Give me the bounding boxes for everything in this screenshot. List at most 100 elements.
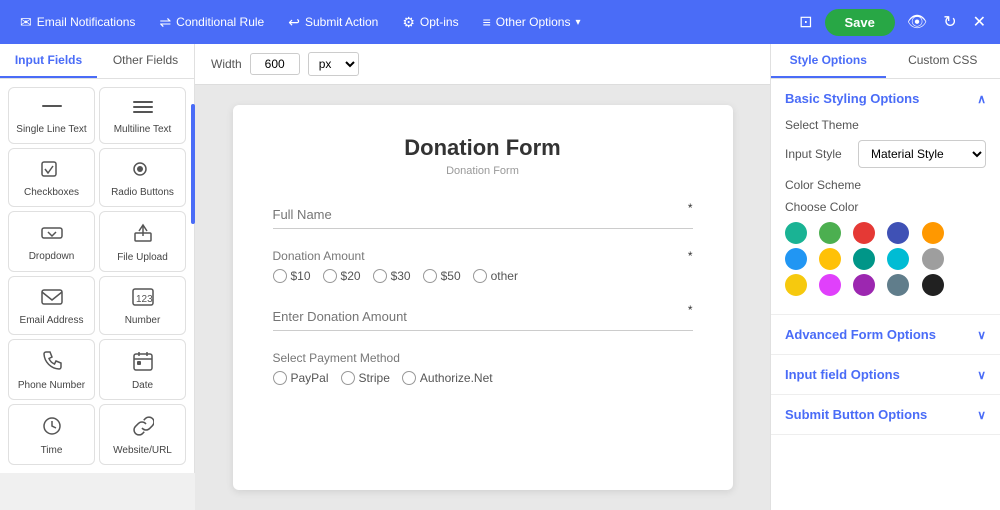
- width-input[interactable]: [250, 53, 300, 75]
- left-sidebar: Input Fields Other Fields Single Line Te…: [0, 44, 195, 473]
- right-panel-content: Basic Styling Options Select Theme Input…: [771, 79, 1000, 510]
- radio-option-30[interactable]: $30: [373, 269, 411, 283]
- sidebar-item-checkboxes[interactable]: Checkboxes: [8, 148, 95, 207]
- radio-authorize-net[interactable]: Authorize.Net: [402, 371, 493, 385]
- sidebar-item-dropdown[interactable]: Dropdown: [8, 211, 95, 272]
- color-swatch[interactable]: [785, 274, 807, 296]
- tab-custom-css[interactable]: Custom CSS: [886, 44, 1000, 78]
- color-swatch[interactable]: [922, 248, 944, 270]
- input-field-label: Input field Options: [785, 367, 900, 382]
- sidebar-item-multiline-text[interactable]: Multiline Text: [99, 87, 186, 144]
- sidebar-item-label: Number: [125, 315, 161, 326]
- chevron-up-icon: [977, 92, 986, 106]
- nav-conditional-label: Conditional Rule: [176, 15, 264, 29]
- nav-email-label: Email Notifications: [37, 15, 136, 29]
- radio-circle: [423, 269, 437, 283]
- sidebar-item-file-upload[interactable]: File Upload: [99, 211, 186, 272]
- date-icon: [132, 350, 154, 375]
- radio-circle: [273, 371, 287, 385]
- color-scheme-label: Color Scheme: [785, 178, 986, 192]
- radio-paypal[interactable]: PayPal: [273, 371, 329, 385]
- radio-stripe[interactable]: Stripe: [341, 371, 390, 385]
- sidebar-item-single-line-text[interactable]: Single Line Text: [8, 87, 95, 144]
- color-swatch[interactable]: [922, 222, 944, 244]
- svg-text:123: 123: [136, 294, 153, 305]
- color-swatch[interactable]: [819, 222, 841, 244]
- form-subtitle: Donation Form: [273, 165, 693, 177]
- color-swatch[interactable]: [887, 248, 909, 270]
- input-style-row: Input Style Material Style Default Flat …: [785, 140, 986, 168]
- color-swatch[interactable]: [819, 274, 841, 296]
- radio-circle: [323, 269, 337, 283]
- required-star: *: [688, 201, 693, 215]
- field-full-name: *: [273, 201, 693, 229]
- nav-other-options[interactable]: ≡ Other Options ▾: [473, 9, 591, 35]
- accordion-input-field-header[interactable]: Input field Options: [771, 355, 1000, 394]
- accordion-basic-styling-header[interactable]: Basic Styling Options: [771, 79, 1000, 118]
- sidebar-item-email[interactable]: Email Address: [8, 276, 95, 335]
- unit-select[interactable]: px % em: [308, 52, 359, 76]
- number-icon: 123: [131, 287, 155, 310]
- dropdown-icon: [40, 223, 64, 246]
- radio-option-other[interactable]: other: [473, 269, 518, 283]
- accordion-advanced-header[interactable]: Advanced Form Options: [771, 315, 1000, 354]
- close-button[interactable]: ✕: [969, 8, 990, 36]
- nav-optins[interactable]: ⚙ Opt-ins: [392, 9, 468, 36]
- email-field-icon: [40, 287, 64, 310]
- color-grid: [785, 222, 986, 244]
- input-enter-donation[interactable]: [273, 303, 693, 331]
- submit-button-label: Submit Button Options: [785, 407, 927, 422]
- form-title: Donation Form: [273, 135, 693, 161]
- sidebar-item-radio-buttons[interactable]: Radio Buttons: [99, 148, 186, 207]
- tab-other-fields[interactable]: Other Fields: [97, 44, 194, 78]
- color-swatch[interactable]: [853, 248, 875, 270]
- color-swatch[interactable]: [887, 222, 909, 244]
- chevron-down-icon: [977, 328, 986, 342]
- input-style-select[interactable]: Material Style Default Flat Outline: [858, 140, 986, 168]
- accordion-basic-styling-body: Select Theme Input Style Material Style …: [771, 118, 1000, 314]
- sidebar-item-date[interactable]: Date: [99, 339, 186, 400]
- layout-toggle-button[interactable]: ⊡: [795, 8, 816, 36]
- nav-submit-action[interactable]: ↩ Submit Action: [278, 9, 388, 36]
- select-theme-label: Select Theme: [785, 118, 986, 132]
- file-upload-icon: [132, 222, 154, 247]
- sidebar-item-website-url[interactable]: Website/URL: [99, 404, 186, 465]
- preview-button[interactable]: 👁: [903, 8, 931, 36]
- sidebar-item-number[interactable]: 123 Number: [99, 276, 186, 335]
- sidebar-item-phone[interactable]: Phone Number: [8, 339, 95, 400]
- input-full-name[interactable]: [273, 201, 693, 229]
- sidebar-item-label: Single Line Text: [16, 124, 86, 135]
- right-panel: Style Options Custom CSS Basic Styling O…: [770, 44, 1000, 510]
- multiline-icon: [131, 98, 155, 119]
- nav-conditional-rule[interactable]: ⇌ Conditional Rule: [149, 9, 274, 36]
- donation-radio-group: $10 $20 $30 $50: [273, 269, 693, 283]
- optins-icon: ⚙: [402, 14, 415, 31]
- radio-option-20[interactable]: $20: [323, 269, 361, 283]
- sidebar-item-label: Email Address: [20, 315, 84, 326]
- color-swatch[interactable]: [819, 248, 841, 270]
- radio-option-50[interactable]: $50: [423, 269, 461, 283]
- submit-icon: ↩: [288, 14, 300, 31]
- radio-circle: [341, 371, 355, 385]
- color-swatch[interactable]: [922, 274, 944, 296]
- color-swatch[interactable]: [887, 274, 909, 296]
- radio-icon: [132, 159, 154, 182]
- width-label: Width: [211, 57, 242, 71]
- color-swatch[interactable]: [853, 274, 875, 296]
- color-swatch[interactable]: [853, 222, 875, 244]
- radio-circle: [473, 269, 487, 283]
- accordion-input-field: Input field Options: [771, 355, 1000, 395]
- tab-style-options[interactable]: Style Options: [771, 44, 886, 78]
- color-swatch[interactable]: [785, 248, 807, 270]
- radio-option-10[interactable]: $10: [273, 269, 311, 283]
- scroll-bar: [191, 104, 195, 224]
- refresh-button[interactable]: ↻: [939, 8, 960, 36]
- tab-input-fields[interactable]: Input Fields: [0, 44, 97, 78]
- color-swatch[interactable]: [785, 222, 807, 244]
- radio-circle: [402, 371, 416, 385]
- accordion-submit-button-header[interactable]: Submit Button Options: [771, 395, 1000, 434]
- sidebar-item-time[interactable]: Time: [8, 404, 95, 465]
- save-button[interactable]: Save: [825, 9, 895, 36]
- nav-email-notifications[interactable]: ✉ Email Notifications: [10, 9, 145, 36]
- sidebar-grid: Single Line Text Multiline Text Checkbox…: [0, 79, 194, 473]
